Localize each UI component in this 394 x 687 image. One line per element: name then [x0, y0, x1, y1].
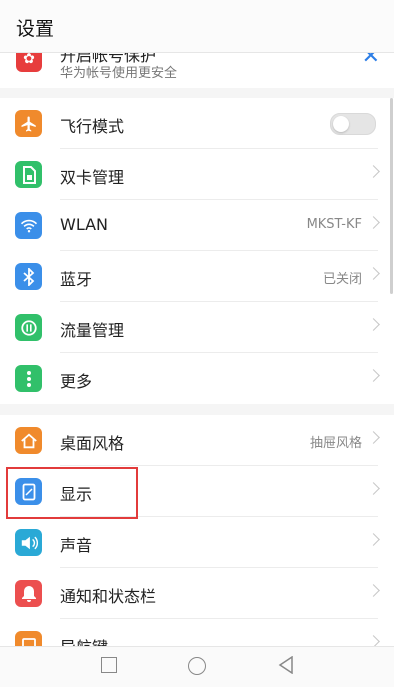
wifi-icon — [15, 212, 42, 239]
home-icon — [15, 427, 42, 454]
more-icon — [15, 365, 42, 392]
settings-item-wlan[interactable]: WLAN MKST-KF — [0, 200, 394, 251]
settings-item-airplane-mode[interactable]: 飞行模式 — [0, 98, 394, 149]
chevron-right-icon — [367, 216, 380, 229]
data-usage-icon — [15, 314, 42, 341]
page-title: 设置 — [16, 18, 55, 40]
chevron-right-icon — [367, 482, 380, 495]
wlan-status: MKST-KF — [306, 217, 362, 232]
chevron-right-icon — [367, 267, 380, 280]
chevron-right-icon — [367, 318, 380, 331]
airplane-mode-toggle[interactable] — [330, 113, 376, 135]
settings-item-label: 蓝牙 — [60, 270, 93, 289]
sim-icon — [15, 161, 42, 188]
chevron-right-icon — [367, 431, 380, 444]
settings-item-notifications[interactable]: 通知和状态栏 — [0, 568, 394, 619]
banner-subtitle: 华为帐号使用更安全 — [60, 66, 178, 81]
scrollbar[interactable] — [390, 98, 393, 294]
chevron-right-icon — [367, 533, 380, 546]
settings-item-bluetooth[interactable]: 蓝牙 已关闭 — [0, 251, 394, 302]
settings-item-label: 更多 — [60, 372, 93, 391]
settings-item-sound[interactable]: 声音 — [0, 517, 394, 568]
settings-item-data-usage[interactable]: 流量管理 — [0, 302, 394, 353]
settings-item-more[interactable]: 更多 — [0, 353, 394, 404]
settings-group-device: 桌面风格 抽屉风格 显示 声音 通知和状态栏 导航键 — [0, 415, 394, 670]
home-style-value: 抽屉风格 — [309, 436, 362, 451]
airplane-icon — [15, 110, 42, 137]
notification-icon — [15, 580, 42, 607]
settings-item-dual-sim[interactable]: 双卡管理 — [0, 149, 394, 200]
chevron-right-icon — [367, 165, 380, 178]
back-icon[interactable] — [278, 656, 294, 674]
settings-item-label: 声音 — [60, 536, 93, 555]
volume-icon — [15, 529, 42, 556]
bluetooth-icon — [15, 263, 42, 290]
app-header: 设置 — [0, 0, 394, 53]
settings-item-label: 流量管理 — [60, 321, 125, 340]
settings-item-label: 桌面风格 — [60, 434, 125, 453]
settings-item-label: 双卡管理 — [60, 168, 125, 187]
chevron-right-icon — [367, 584, 380, 597]
settings-group-network: 飞行模式 双卡管理 WLAN MKST-KF 蓝牙 已关闭 流量管理 更多 — [0, 98, 394, 404]
home-button-icon[interactable] — [188, 657, 206, 675]
chevron-right-icon — [367, 369, 380, 382]
display-highlight-box — [6, 467, 138, 519]
system-navbar — [0, 646, 394, 687]
bluetooth-status: 已关闭 — [322, 272, 362, 287]
settings-item-label: 飞行模式 — [60, 117, 125, 136]
settings-item-label: WLAN — [60, 215, 109, 234]
settings-item-home-style[interactable]: 桌面风格 抽屉风格 — [0, 415, 394, 466]
settings-item-label: 通知和状态栏 — [60, 587, 157, 606]
recent-apps-icon[interactable] — [101, 657, 117, 673]
